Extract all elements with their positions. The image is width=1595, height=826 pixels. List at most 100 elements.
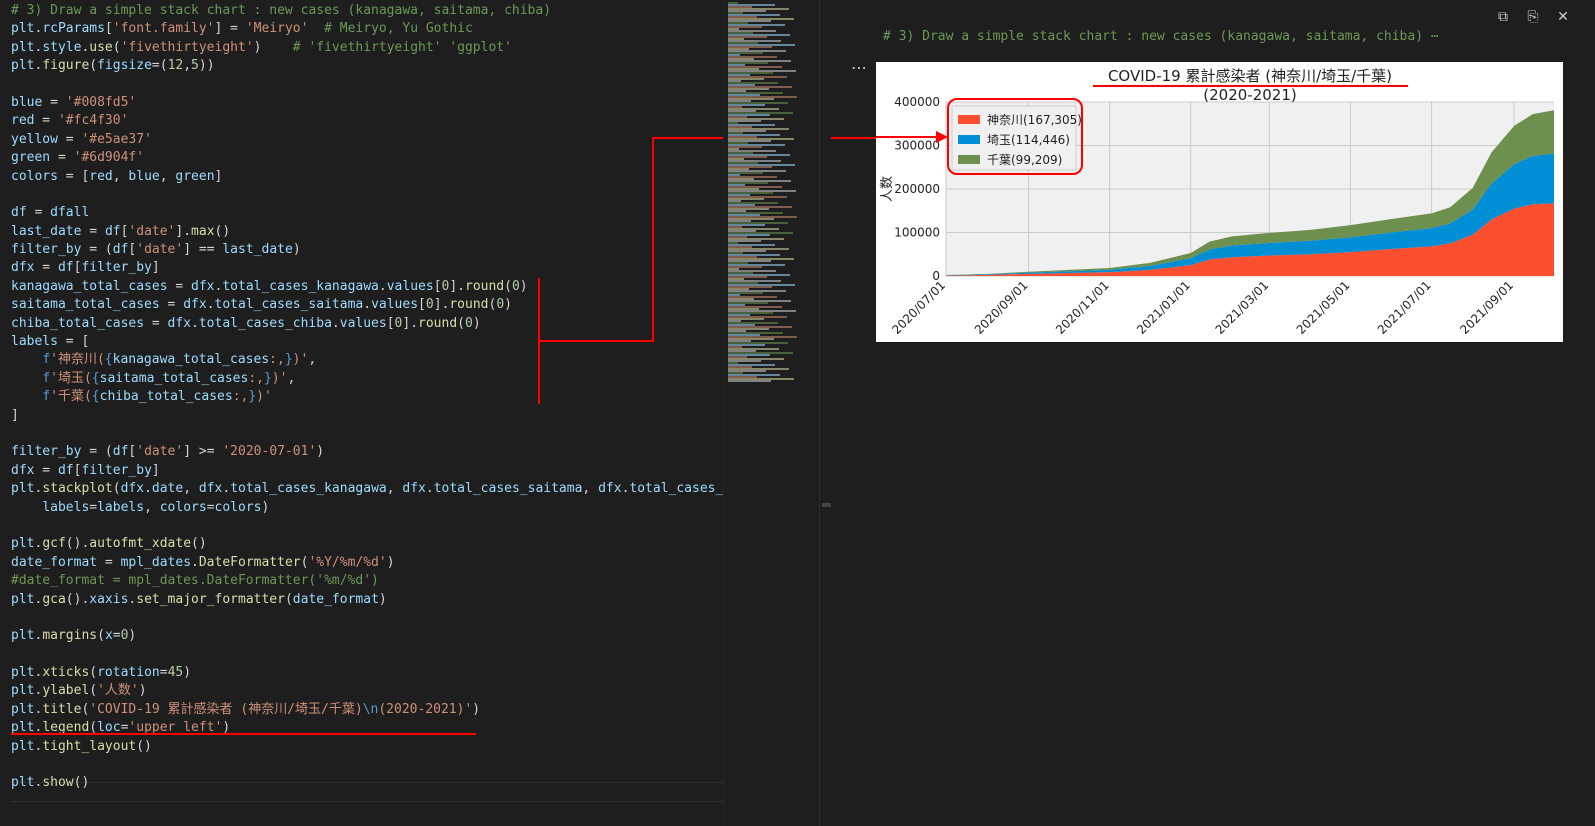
code-line[interactable]	[11, 76, 723, 94]
code-token: plt	[11, 58, 35, 74]
code-line[interactable]: plt.gca().xaxis.set_major_formatter(date…	[11, 591, 723, 609]
code-token: ] >=	[183, 444, 223, 460]
code-line[interactable]	[11, 756, 723, 774]
code-line[interactable]: filter_by = (df['date'] >= '2020-07-01')	[11, 443, 723, 461]
code-token: }	[284, 352, 293, 368]
code-token: f	[42, 352, 51, 368]
code-line[interactable]: labels=labels, colors=colors)	[11, 499, 723, 517]
y-tick-label: 300000	[894, 139, 940, 153]
annotation-title-underline	[11, 733, 476, 735]
code-token: =	[50, 150, 74, 166]
code-token: round	[418, 315, 458, 331]
code-line[interactable]: f'千葉({chiba_total_cases:,})'	[11, 388, 723, 406]
code-line[interactable]: filter_by = (df['date'] == last_date)	[11, 241, 723, 259]
code-token: use	[89, 39, 113, 55]
code-line[interactable]	[11, 646, 723, 664]
code-line[interactable]: ]	[11, 407, 723, 425]
code-line[interactable]: labels = [	[11, 333, 723, 351]
output-cell-comment: # 3) Draw a simple stack chart : new cas…	[883, 29, 1439, 44]
code-line[interactable]: chiba_total_cases = dfx.total_cases_chib…	[11, 315, 723, 333]
code-line[interactable]: kanagawa_total_cases = dfx.total_cases_k…	[11, 278, 723, 296]
code-token: plt	[11, 591, 35, 607]
code-token: =	[167, 278, 192, 294]
code-line[interactable]: date_format = mpl_dates.DateFormatter('%…	[11, 554, 723, 572]
code-token: plt	[11, 665, 35, 681]
code-token: df	[112, 242, 129, 258]
code-line[interactable]: plt.title('COVID-19 累計感染者 (神奈川/埼玉/千葉)\n(…	[11, 701, 723, 719]
code-token: plt	[11, 775, 35, 791]
code-token: plt	[11, 21, 35, 37]
code-token: 0	[496, 297, 505, 313]
code-editor[interactable]: # 3) Draw a simple stack chart : new cas…	[0, 0, 723, 826]
y-tick-label: 200000	[894, 182, 940, 196]
code-token: )	[138, 683, 147, 699]
code-line[interactable]: blue = '#008fd5'	[11, 94, 723, 112]
code-line[interactable]	[11, 609, 723, 627]
chart-image: 0 100000 200000 300000 400000 2020/07/01 2020/…	[876, 62, 1563, 342]
code-token: 0	[511, 278, 520, 294]
code-token: ylabel	[42, 683, 90, 699]
code-line[interactable]: red = '#fc4f30'	[11, 112, 723, 130]
copy-icon[interactable]: ⧉	[1491, 6, 1515, 28]
code-token: plt	[11, 481, 35, 497]
code-line[interactable]: plt.gcf().autofmt_xdate()	[11, 535, 723, 553]
paste-icon[interactable]: ⎘	[1521, 6, 1545, 28]
code-token: 0	[425, 297, 434, 313]
code-token: (2020-2021)'	[378, 701, 473, 717]
code-token: plt	[11, 39, 35, 55]
code-line[interactable]: dfx = df[filter_by]	[11, 462, 723, 480]
code-token: dfx	[11, 462, 35, 478]
code-line[interactable]: plt.xticks(rotation=45)	[11, 664, 723, 682]
code-line[interactable]: colors = [red, blue, green]	[11, 168, 723, 186]
code-token: 'font.family'	[112, 21, 215, 37]
code-line[interactable]: plt.show()	[11, 774, 723, 792]
more-icon[interactable]: ⋯	[851, 58, 867, 77]
code-token: labels	[11, 334, 58, 350]
code-token: 45	[167, 665, 184, 681]
code-line[interactable]: yellow = '#e5ae37'	[11, 131, 723, 149]
code-lines[interactable]: # 3) Draw a simple stack chart : new cas…	[11, 2, 723, 793]
code-line[interactable]: plt.figure(figsize=(12,5))	[11, 57, 723, 75]
code-line[interactable]: plt.rcParams['font.family'] = 'Meiryo' #…	[11, 20, 723, 38]
code-line[interactable]: green = '#6d904f'	[11, 149, 723, 167]
code-token: dfx	[402, 481, 426, 497]
code-line[interactable]: plt.stackplot(dfx.date, dfx.total_cases_…	[11, 480, 723, 498]
code-line[interactable]: f'埼玉({saitama_total_cases:,})',	[11, 370, 723, 388]
annotation-connector-vertical	[652, 137, 654, 342]
chart-title: COVID-19 累計感染者 (神奈川/埼玉/千葉)	[1108, 67, 1392, 85]
legend-label: 千葉(99,209)	[987, 153, 1062, 167]
close-icon[interactable]: ✕	[1551, 6, 1575, 28]
code-token: {	[104, 352, 113, 368]
code-token: values	[339, 315, 387, 331]
code-token: (	[97, 628, 105, 644]
code-token: 0	[465, 315, 473, 331]
code-line[interactable]: df = dfall	[11, 204, 723, 222]
code-token: ]	[151, 462, 160, 478]
code-token: )	[253, 39, 293, 55]
code-token: ].	[402, 315, 419, 331]
code-line[interactable]: f'神奈川({kanagawa_total_cases:,})',	[11, 351, 723, 369]
code-line[interactable]	[11, 186, 723, 204]
minimap[interactable]	[723, 0, 820, 826]
code-line[interactable]	[11, 425, 723, 443]
code-line[interactable]: dfx = df[filter_by]	[11, 259, 723, 277]
code-token: xticks	[42, 665, 90, 681]
code-line[interactable]: plt.tight_layout()	[11, 738, 723, 756]
code-line[interactable]: # 3) Draw a simple stack chart : new cas…	[11, 2, 723, 20]
code-token: figsize	[97, 58, 152, 74]
code-line[interactable]: last_date = df['date'].max()	[11, 223, 723, 241]
code-token: red	[11, 113, 35, 129]
code-line[interactable]: plt.style.use('fivethirtyeight') # 'five…	[11, 39, 723, 57]
code-token: rcParams	[42, 21, 105, 37]
x-tick-label: 2020/09/01	[972, 278, 1031, 337]
code-line[interactable]: #date_format = mpl_dates.DateFormatter('…	[11, 572, 723, 590]
code-token: [	[433, 278, 442, 294]
code-token: blue	[128, 168, 160, 184]
code-line[interactable]: plt.ylabel('人数')	[11, 682, 723, 700]
code-line[interactable]	[11, 517, 723, 535]
code-token: green	[175, 168, 215, 184]
x-tick-label: 2021/03/01	[1213, 278, 1272, 337]
code-line[interactable]: saitama_total_cases = dfx.total_cases_sa…	[11, 296, 723, 314]
code-line[interactable]: plt.margins(x=0)	[11, 627, 723, 645]
